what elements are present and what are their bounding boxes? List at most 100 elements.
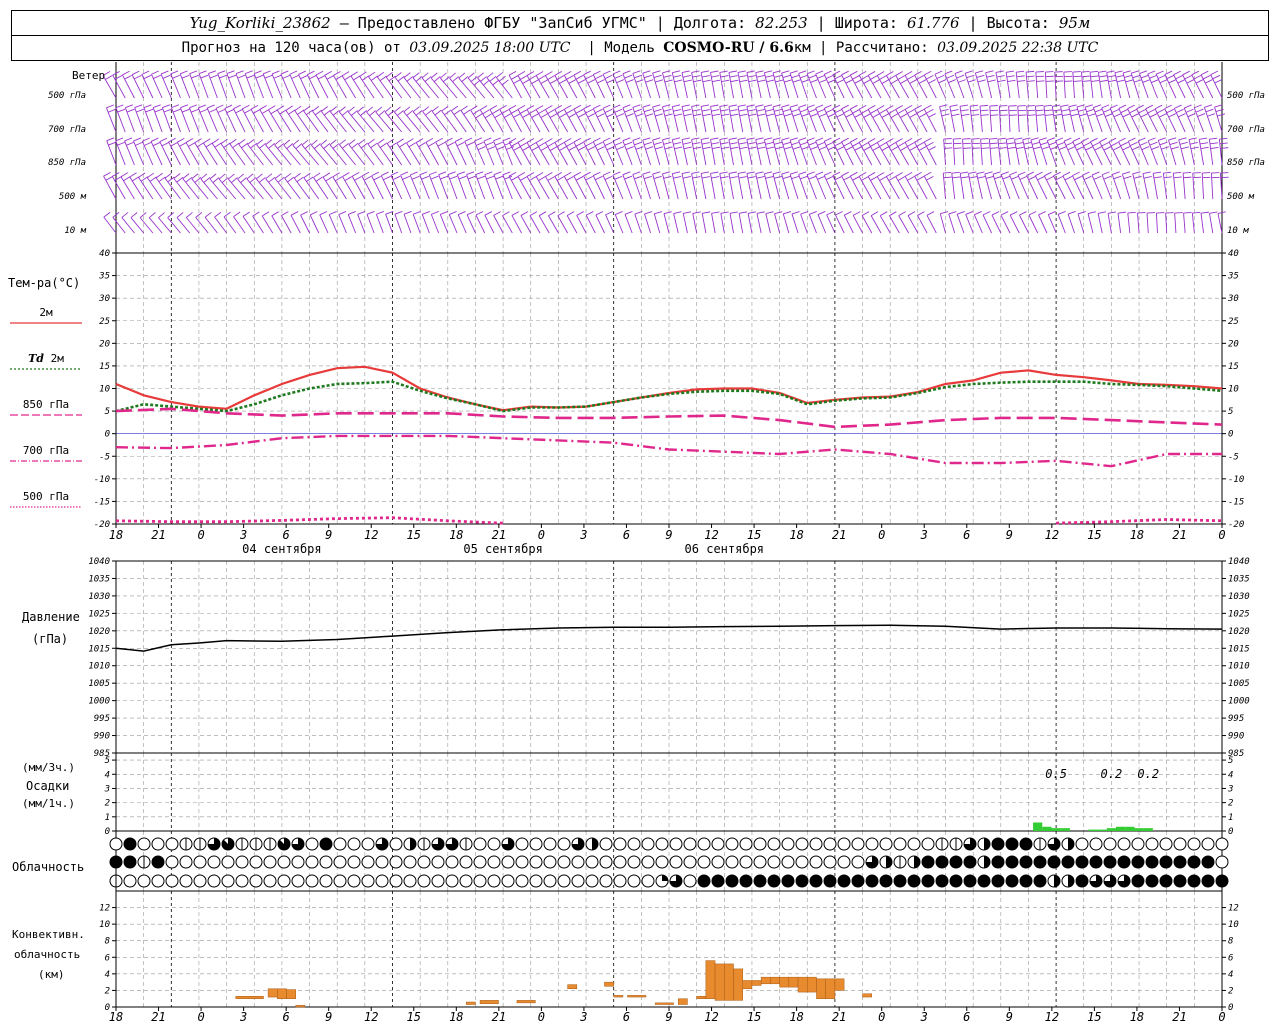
wind-barb-feather xyxy=(529,211,538,217)
wind-barb-feather xyxy=(445,137,453,143)
cloud-glyph-circle xyxy=(711,837,725,851)
wind-barb xyxy=(592,175,605,200)
wind-barb-feather xyxy=(1035,71,1044,73)
wind-barb-feather xyxy=(897,142,906,147)
cloud-glyph-broken xyxy=(1103,874,1117,888)
wind-barb xyxy=(644,213,651,234)
time-axis-bottom-label: 9 xyxy=(1006,1010,1013,1024)
cloud-glyph-overcast xyxy=(725,874,739,888)
wind-barb-feather xyxy=(1074,141,1083,147)
wind-barb-feather xyxy=(1140,74,1149,79)
wind-barb-feather xyxy=(249,177,257,183)
wind-barb-feather xyxy=(489,105,498,110)
wind-barb-feather xyxy=(379,142,388,148)
cloud-glyph-circle xyxy=(711,855,725,869)
wind-barb xyxy=(385,214,393,234)
wind-barb-feather xyxy=(861,142,869,147)
wind-barb-feather xyxy=(674,113,683,117)
cloud-glyph-clear xyxy=(235,874,249,888)
wind-barb-feather xyxy=(800,175,808,180)
ytick-label-left-temp: -15 xyxy=(94,497,110,507)
wind-barb-feather xyxy=(604,141,613,146)
wind-barb-feather xyxy=(547,142,555,147)
conv-cloud-bar xyxy=(770,976,780,985)
precip-bar xyxy=(1088,829,1098,831)
cloud-glyph-overcast xyxy=(1061,855,1075,869)
wind-barb-feather xyxy=(595,108,603,114)
wind-barb-feather xyxy=(756,142,765,145)
cloud-glyph-circle xyxy=(291,874,305,888)
wind-barb-feather xyxy=(844,211,852,216)
wind-barb-feather xyxy=(559,146,567,151)
wind-barb xyxy=(1209,213,1214,234)
wind-barb-feather xyxy=(1139,70,1148,74)
cloud-glyph-clear xyxy=(795,855,809,869)
wind-barb-feather xyxy=(1093,175,1102,180)
wind-barb-feather xyxy=(408,142,417,148)
wind-barb-feather xyxy=(825,175,834,180)
wind-barb-feather xyxy=(738,176,747,179)
wind-barb-feather xyxy=(271,211,279,217)
wind-barb xyxy=(1000,214,1011,234)
cloud-glyph-clear xyxy=(207,855,221,869)
cloud-glyph-clear xyxy=(683,837,697,851)
wind-barb-feather xyxy=(817,108,826,113)
wind-barb-feather xyxy=(1081,171,1090,176)
wind-barb-feather xyxy=(904,71,913,76)
cloud-glyph-circle xyxy=(599,874,613,888)
wind-barb-feather xyxy=(943,176,952,179)
cloud-glyph-circle xyxy=(235,874,249,888)
wind-barb-feather xyxy=(729,109,738,112)
wind-barb xyxy=(1028,214,1039,234)
wind-barb-feather xyxy=(880,211,888,217)
wind-barb-feather xyxy=(1108,79,1117,83)
wind-barb xyxy=(1183,107,1195,133)
wind-barb xyxy=(1081,72,1085,99)
wind-level-left: 500 гПа xyxy=(48,91,86,101)
wind-barb-feather xyxy=(475,211,484,216)
wind-barb-feather xyxy=(173,173,181,179)
wind-barb-feather xyxy=(566,211,575,216)
wind-barb-feather xyxy=(1036,80,1045,82)
cloud-glyph-overcast xyxy=(963,874,977,888)
wind-barb-feather xyxy=(682,176,691,179)
wind-barb-feather xyxy=(164,173,172,179)
wind-barb xyxy=(473,140,486,166)
conv-cloud-bar xyxy=(816,978,826,999)
wind-barb-feather xyxy=(303,105,311,112)
wind-barb-feather xyxy=(385,72,393,78)
wind-barb-feather xyxy=(573,70,582,76)
wind-barb-feather xyxy=(361,171,370,177)
wind-barb-feather xyxy=(789,104,798,108)
cloud-glyph-clear xyxy=(347,855,361,869)
wind-barb-feather xyxy=(867,172,876,177)
cloud-glyph-clear xyxy=(165,874,179,888)
wind-barb-feather xyxy=(449,175,458,180)
cloud-glyph-fill xyxy=(662,875,668,881)
wind-barb-feather xyxy=(226,70,235,74)
wind-barb-feather xyxy=(508,104,517,110)
wind-barb-feather xyxy=(1081,75,1090,78)
wind-barb xyxy=(483,140,495,166)
wind-barb-feather xyxy=(673,211,682,214)
wind-barb-feather xyxy=(897,109,906,114)
wind-barb-feather xyxy=(1209,211,1218,214)
wind-barb xyxy=(179,73,191,99)
cloud-glyph-overcast xyxy=(949,874,963,888)
cloud-glyph-circle xyxy=(893,837,907,851)
time-axis-top-label: 0 xyxy=(538,528,545,542)
wind-barb-feather xyxy=(431,211,439,215)
wind-barb-feather xyxy=(383,175,391,181)
cloud-glyph-clear xyxy=(291,855,305,869)
cloud-glyph-circle xyxy=(921,837,935,851)
ytick-label-left-conv: 12 xyxy=(99,904,110,914)
wind-barb-feather xyxy=(1131,146,1140,151)
wind-barb-feather xyxy=(298,70,306,75)
cloud-glyph-clear xyxy=(375,855,389,869)
wind-barb-feather xyxy=(1035,109,1044,112)
cloud-glyph-clear xyxy=(529,874,543,888)
cloud-glyph-circle xyxy=(669,837,683,851)
wind-barb-feather xyxy=(801,113,810,117)
wind-barb xyxy=(923,74,937,99)
cloud-glyph-circle xyxy=(1033,874,1047,888)
